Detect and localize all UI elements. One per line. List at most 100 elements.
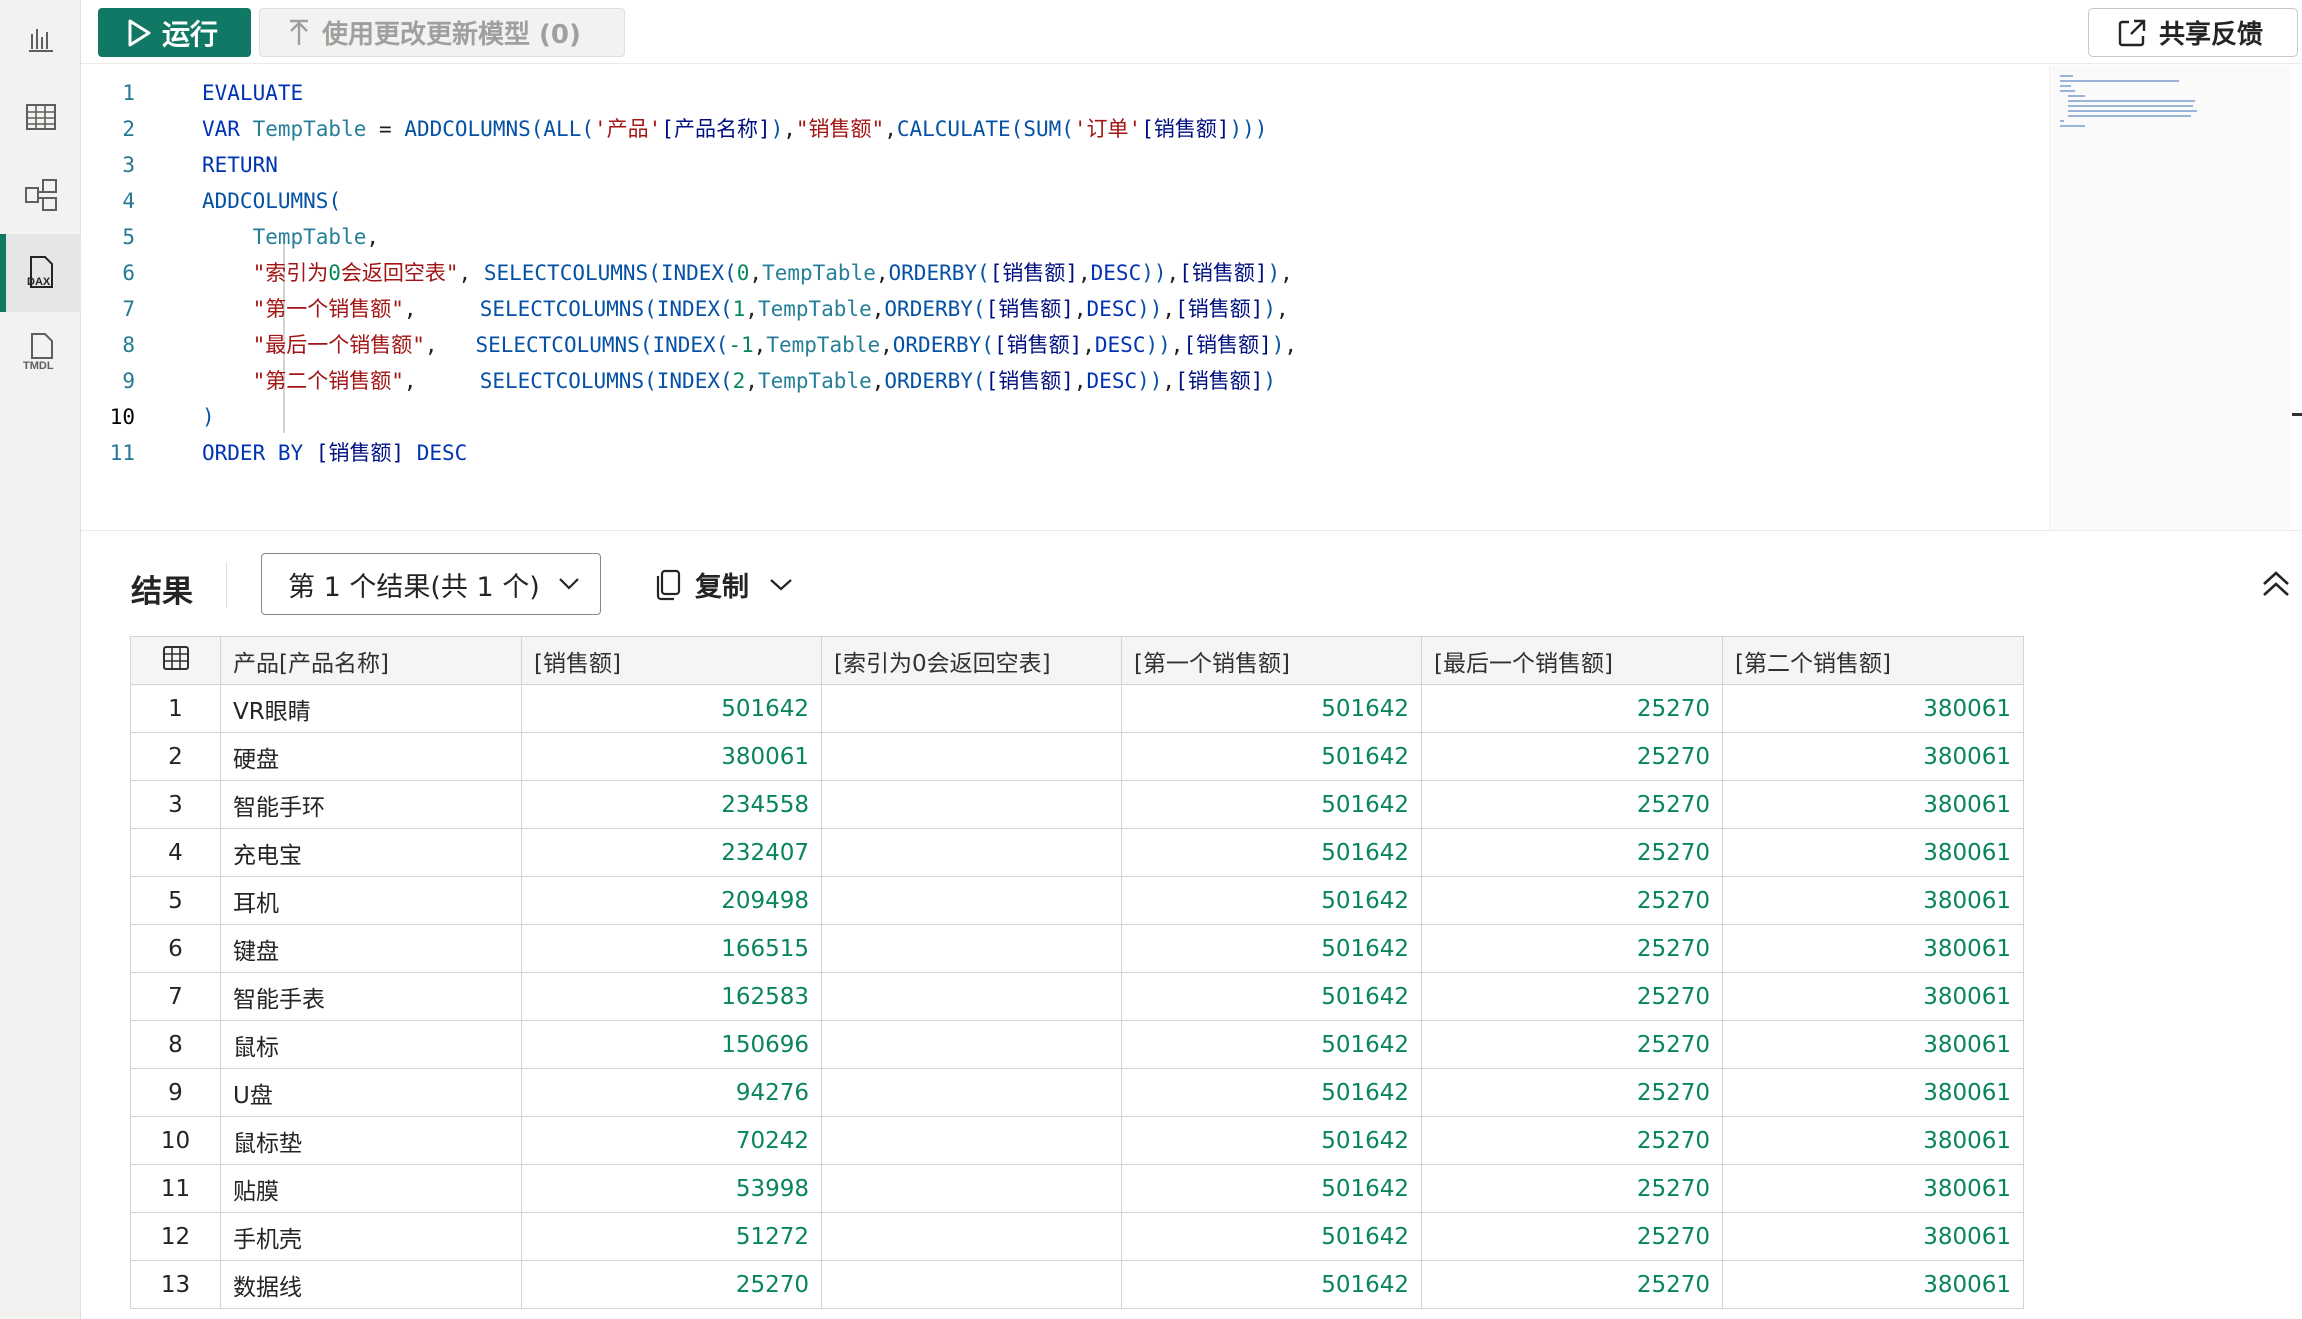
table-cell[interactable] (821, 780, 1122, 829)
column-header[interactable]: [销售额] (521, 636, 822, 685)
table-cell[interactable]: 501642 (1121, 972, 1422, 1021)
table-cell[interactable]: 380061 (1722, 828, 2024, 877)
table-cell[interactable] (821, 828, 1122, 877)
table-cell[interactable]: 鼠标 (220, 1020, 522, 1069)
table-cell[interactable]: 501642 (1121, 1260, 1422, 1309)
table-cell[interactable]: 501642 (1121, 1116, 1422, 1165)
select-all-cell[interactable] (130, 636, 221, 685)
table-cell[interactable]: 25270 (1421, 780, 1723, 829)
table-cell[interactable]: 耳机 (220, 876, 522, 925)
table-cell[interactable]: 鼠标垫 (220, 1116, 522, 1165)
table-cell[interactable]: 166515 (521, 924, 822, 973)
table-cell[interactable]: 25270 (1421, 1260, 1723, 1309)
table-cell[interactable]: 501642 (1121, 684, 1422, 733)
column-header[interactable]: [第一个销售额] (1121, 636, 1422, 685)
table-cell[interactable]: 智能手表 (220, 972, 522, 1021)
table-cell[interactable]: 234558 (521, 780, 822, 829)
result-set-dropdown[interactable]: 第 1 个结果(共 1 个) (261, 553, 601, 615)
table-cell[interactable] (821, 876, 1122, 925)
share-feedback-button[interactable]: 共享反馈 (2088, 8, 2298, 57)
table-row[interactable]: 7 智能手表 162583 501642 25270 380061 (130, 972, 2024, 1021)
table-row[interactable]: 13 数据线 25270 501642 25270 380061 (130, 1260, 2024, 1309)
run-button[interactable]: 运行 (98, 8, 251, 57)
table-cell[interactable]: 380061 (1722, 1212, 2024, 1261)
row-number-cell[interactable]: 6 (130, 924, 221, 973)
dax-query-view-button[interactable]: DAX (0, 234, 81, 312)
row-number-cell[interactable]: 7 (130, 972, 221, 1021)
row-number-cell[interactable]: 2 (130, 732, 221, 781)
column-header[interactable]: 产品[产品名称] (220, 636, 522, 685)
table-cell[interactable]: 手机壳 (220, 1212, 522, 1261)
code-line[interactable]: 6 "索引为0会返回空表", SELECTCOLUMNS(INDEX(0,Tem… (81, 255, 2041, 291)
table-cell[interactable]: 380061 (1722, 1164, 2024, 1213)
table-row[interactable]: 2 硬盘 380061 501642 25270 380061 (130, 732, 2024, 781)
table-cell[interactable] (821, 1068, 1122, 1117)
tmdl-view-button[interactable]: TMDL (0, 312, 81, 390)
table-cell[interactable]: 25270 (1421, 1212, 1723, 1261)
table-cell[interactable]: 380061 (1722, 972, 2024, 1021)
table-cell[interactable]: 键盘 (220, 924, 522, 973)
table-cell[interactable]: 数据线 (220, 1260, 522, 1309)
table-cell[interactable]: 25270 (1421, 1068, 1723, 1117)
table-cell[interactable]: 充电宝 (220, 828, 522, 877)
table-cell[interactable]: 380061 (1722, 876, 2024, 925)
row-number-cell[interactable]: 9 (130, 1068, 221, 1117)
collapse-results-icon[interactable] (2258, 566, 2294, 602)
table-cell[interactable]: 150696 (521, 1020, 822, 1069)
code-line[interactable]: 9 "第二个销售额", SELECTCOLUMNS(INDEX(2,TempTa… (81, 363, 2041, 399)
table-cell[interactable]: 94276 (521, 1068, 822, 1117)
table-cell[interactable]: 硬盘 (220, 732, 522, 781)
copy-button[interactable]: 复制 (655, 565, 793, 604)
code-line[interactable]: 5 TempTable, (81, 219, 2041, 255)
table-cell[interactable]: 380061 (1722, 1260, 2024, 1309)
table-row[interactable]: 12 手机壳 51272 501642 25270 380061 (130, 1212, 2024, 1261)
table-cell[interactable] (821, 1260, 1122, 1309)
code-line[interactable]: 10) (81, 399, 2041, 435)
dax-code-editor[interactable]: 1 EVALUATE 2 VAR TempTable = ADDCOLUMNS(ALL… (81, 65, 2049, 530)
table-cell[interactable]: 501642 (1121, 924, 1422, 973)
table-cell[interactable]: 25270 (1421, 828, 1723, 877)
row-number-cell[interactable]: 3 (130, 780, 221, 829)
table-cell[interactable]: 380061 (521, 732, 822, 781)
table-cell[interactable] (821, 732, 1122, 781)
code-line[interactable]: 3 RETURN (81, 147, 2041, 183)
report-view-button[interactable] (0, 0, 81, 78)
row-number-cell[interactable]: 4 (130, 828, 221, 877)
table-cell[interactable]: 380061 (1722, 924, 2024, 973)
row-number-cell[interactable]: 10 (130, 1116, 221, 1165)
table-cell[interactable]: 209498 (521, 876, 822, 925)
table-cell[interactable]: 501642 (1121, 828, 1422, 877)
table-cell[interactable]: 501642 (1121, 1068, 1422, 1117)
table-cell[interactable]: 25270 (1421, 1164, 1723, 1213)
row-number-cell[interactable]: 1 (130, 684, 221, 733)
model-view-button[interactable] (0, 156, 81, 234)
row-number-cell[interactable]: 8 (130, 1020, 221, 1069)
table-row[interactable]: 8 鼠标 150696 501642 25270 380061 (130, 1020, 2024, 1069)
table-cell[interactable]: 162583 (521, 972, 822, 1021)
table-row[interactable]: 10 鼠标垫 70242 501642 25270 380061 (130, 1116, 2024, 1165)
table-row[interactable]: 5 耳机 209498 501642 25270 380061 (130, 876, 2024, 925)
row-number-cell[interactable]: 12 (130, 1212, 221, 1261)
table-cell[interactable]: 501642 (1121, 1020, 1422, 1069)
table-row[interactable]: 1 VR眼睛 501642 501642 25270 380061 (130, 684, 2024, 733)
table-cell[interactable]: 501642 (1121, 1212, 1422, 1261)
table-cell[interactable]: 380061 (1722, 780, 2024, 829)
column-header[interactable]: [第二个销售额] (1722, 636, 2024, 685)
table-cell[interactable] (821, 1020, 1122, 1069)
table-cell[interactable]: 232407 (521, 828, 822, 877)
table-view-button[interactable] (0, 78, 81, 156)
table-row[interactable]: 6 键盘 166515 501642 25270 380061 (130, 924, 2024, 973)
table-cell[interactable]: 501642 (1121, 732, 1422, 781)
table-cell[interactable]: 25270 (1421, 1116, 1723, 1165)
editor-results-divider[interactable] (81, 530, 2302, 531)
table-cell[interactable]: 501642 (521, 684, 822, 733)
table-row[interactable]: 4 充电宝 232407 501642 25270 380061 (130, 828, 2024, 877)
table-cell[interactable] (821, 1164, 1122, 1213)
row-number-cell[interactable]: 13 (130, 1260, 221, 1309)
table-cell[interactable]: 25270 (1421, 876, 1723, 925)
row-number-cell[interactable]: 5 (130, 876, 221, 925)
table-cell[interactable]: 25270 (521, 1260, 822, 1309)
table-cell[interactable]: 智能手环 (220, 780, 522, 829)
table-row[interactable]: 11 贴膜 53998 501642 25270 380061 (130, 1164, 2024, 1213)
table-cell[interactable]: 380061 (1722, 732, 2024, 781)
